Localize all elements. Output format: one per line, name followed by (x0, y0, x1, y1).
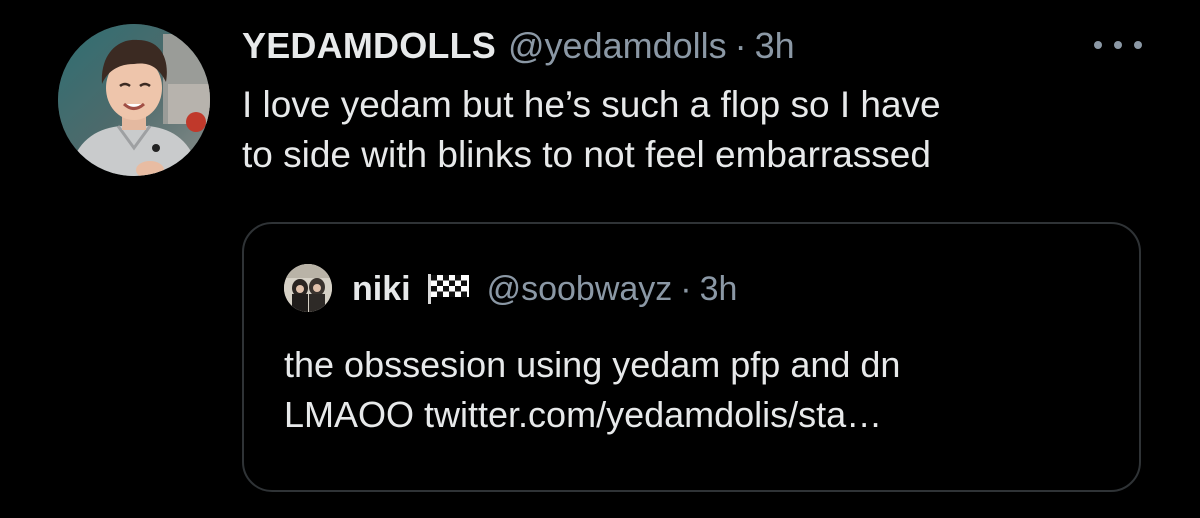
quoted-username-handle[interactable]: @soobwayz (487, 264, 673, 314)
quoted-text-line: the obssesion using yedam pfp and dn (284, 344, 901, 385)
display-name[interactable]: YEDAMDOLLS (242, 22, 496, 70)
tweet[interactable]: YEDAMDOLLS @yedamdolls · 3h I love yedam… (0, 0, 1200, 518)
quoted-avatar-image (284, 264, 332, 312)
avatar-image (58, 24, 210, 176)
tweet-text-line: I love yedam but he’s such a flop so I h… (242, 84, 941, 125)
tweet-text: I love yedam but he’s such a flop so I h… (242, 80, 1142, 180)
tweet-header: YEDAMDOLLS @yedamdolls · 3h (242, 22, 795, 70)
quoted-tweet-text: the obssesion using yedam pfp and dn LMA… (284, 340, 1104, 440)
tweet-text-line: to side with blinks to not feel embarras… (242, 134, 931, 175)
timestamp[interactable]: 3h (755, 22, 795, 70)
quoted-display-name[interactable]: niki (352, 264, 411, 314)
quoted-tweet[interactable]: niki @soobwayz · 3h the obssesion using … (242, 222, 1141, 492)
quoted-separator-dot: · (680, 270, 692, 308)
checkered-flag-icon (427, 274, 469, 304)
quoted-tweet-header: niki @soobwayz · 3h (352, 264, 737, 314)
quoted-text-line: LMAOO twitter.com/yedamdolis/sta… (284, 394, 883, 435)
more-dot (1134, 41, 1142, 49)
more-horizontal-icon (1094, 41, 1102, 49)
username-handle[interactable]: @yedamdolls (508, 22, 727, 70)
more-dot (1114, 41, 1122, 49)
separator-dot: · (734, 25, 747, 66)
quoted-timestamp[interactable]: 3h (700, 264, 738, 314)
avatar[interactable] (58, 24, 210, 176)
more-options-button[interactable] (1094, 38, 1142, 52)
quoted-avatar[interactable] (284, 264, 332, 312)
